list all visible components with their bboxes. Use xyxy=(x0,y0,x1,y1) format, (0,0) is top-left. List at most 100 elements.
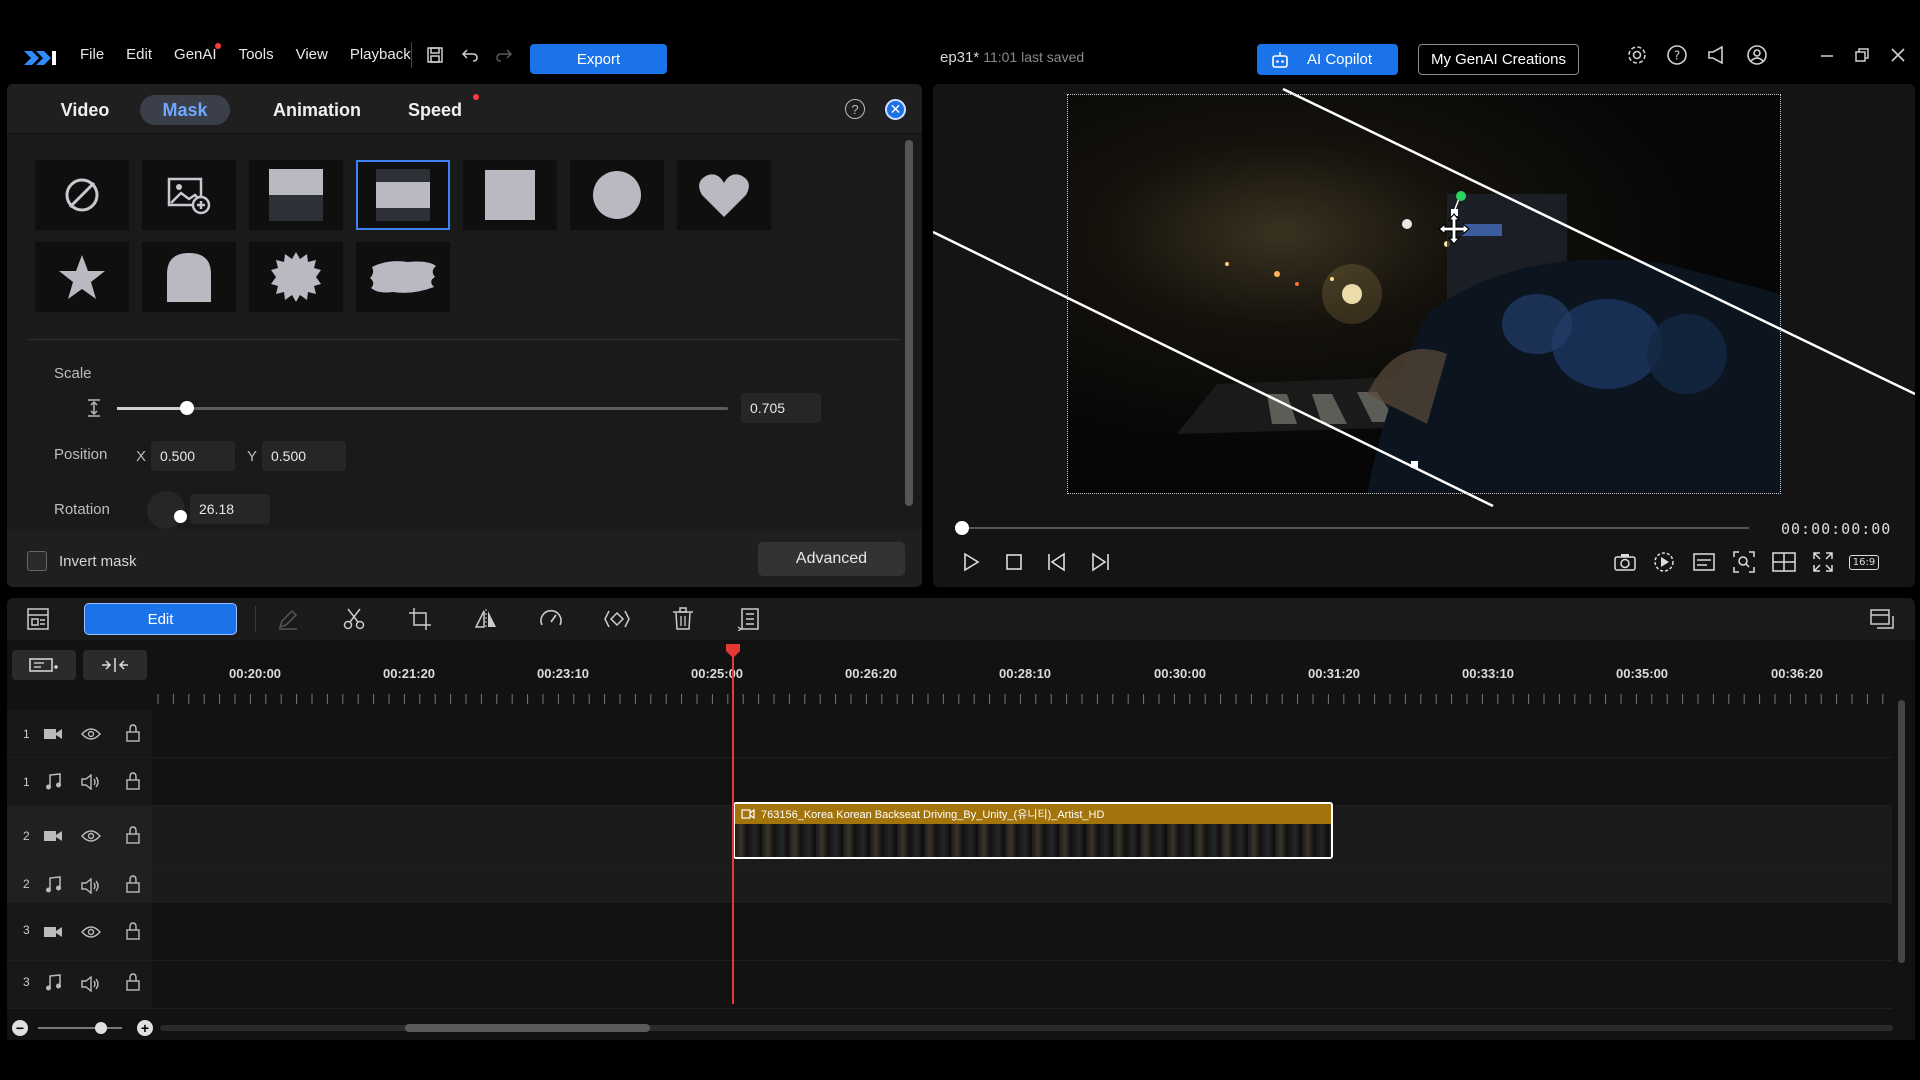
mask-starburst[interactable] xyxy=(249,242,343,312)
mask-none[interactable] xyxy=(35,160,129,230)
library-icon[interactable] xyxy=(1869,606,1895,632)
megaphone-icon[interactable] xyxy=(1706,44,1728,66)
menu-edit[interactable]: Edit xyxy=(126,46,152,63)
clip-video-icon xyxy=(741,809,755,819)
flip-icon[interactable] xyxy=(473,606,499,632)
zoom-in-icon[interactable]: + xyxy=(137,1020,153,1036)
rotation-input[interactable]: 26.18 xyxy=(190,494,270,524)
scale-slider-track[interactable] xyxy=(117,407,728,410)
keyframe-icon[interactable] xyxy=(604,606,630,632)
mask-arch[interactable] xyxy=(142,242,236,312)
edit-button[interactable]: Edit xyxy=(84,603,237,635)
video-track-icon xyxy=(43,923,63,941)
position-y-input[interactable]: 0.500 xyxy=(262,441,346,471)
aspect-ratio-icon[interactable]: 16:9 xyxy=(1846,550,1882,574)
restore-icon[interactable] xyxy=(1851,44,1873,66)
lock-icon[interactable] xyxy=(123,826,143,844)
minimize-icon[interactable] xyxy=(1816,44,1838,66)
menu-tools[interactable]: Tools xyxy=(239,46,274,63)
timeline-zoom-thumb[interactable] xyxy=(95,1022,107,1034)
undo-icon[interactable] xyxy=(459,44,481,66)
menu-genai[interactable]: GenAI xyxy=(174,43,221,63)
speaker-icon[interactable] xyxy=(81,975,101,993)
tab-video[interactable]: Video xyxy=(45,95,125,125)
fullscreen-icon[interactable] xyxy=(1811,550,1835,574)
mask-heart[interactable] xyxy=(677,160,771,230)
zoom-fit-icon[interactable] xyxy=(1732,550,1756,574)
account-icon[interactable] xyxy=(1746,44,1768,66)
playhead-handle[interactable] xyxy=(725,643,741,659)
panel-scrollbar[interactable] xyxy=(905,140,913,506)
advanced-button[interactable]: Advanced xyxy=(758,542,905,576)
playhead-line[interactable] xyxy=(732,644,734,1004)
rotation-knob-handle[interactable] xyxy=(174,510,187,523)
fit-timeline-button[interactable] xyxy=(83,650,147,680)
zoom-out-icon[interactable]: − xyxy=(12,1020,28,1036)
close-window-icon[interactable] xyxy=(1887,44,1909,66)
tab-speed[interactable]: Speed xyxy=(405,94,479,125)
lock-icon[interactable] xyxy=(123,922,143,940)
mask-rectangle[interactable] xyxy=(463,160,557,230)
time-ruler[interactable] xyxy=(157,688,1887,704)
scale-input[interactable]: 0.705 xyxy=(741,393,821,423)
clip-name: 763156_Korea Korean Backseat Driving_By_… xyxy=(761,809,1105,821)
trash-icon[interactable] xyxy=(670,606,696,632)
timeline-zoom-track[interactable] xyxy=(38,1027,122,1029)
speed-icon[interactable] xyxy=(538,606,564,632)
panel-help-icon[interactable]: ? xyxy=(845,99,865,119)
help-icon[interactable]: ? xyxy=(1666,44,1688,66)
add-track-button[interactable] xyxy=(12,650,76,680)
redo-icon[interactable] xyxy=(493,44,515,66)
eye-icon[interactable] xyxy=(81,725,101,743)
grid-layout-icon[interactable] xyxy=(1772,550,1796,574)
lock-icon[interactable] xyxy=(123,724,143,742)
render-preview-icon[interactable] xyxy=(1652,550,1676,574)
eye-icon[interactable] xyxy=(81,827,101,845)
export-button[interactable]: Export xyxy=(530,44,667,74)
preview-scrubber-track[interactable] xyxy=(961,527,1749,529)
scissors-icon[interactable] xyxy=(341,606,367,632)
gear-icon[interactable] xyxy=(1626,44,1648,66)
scale-slider-thumb[interactable] xyxy=(180,401,194,415)
subtitle-icon[interactable] xyxy=(1692,550,1716,574)
menu-playback[interactable]: Playback xyxy=(350,46,411,63)
panel-close-icon[interactable]: ✕ xyxy=(885,99,906,120)
menu-view[interactable]: View xyxy=(296,46,328,63)
my-genai-creations-button[interactable]: My GenAI Creations xyxy=(1418,44,1579,75)
previous-frame-icon[interactable] xyxy=(1045,550,1069,574)
track-header: 2 xyxy=(7,806,152,866)
ai-copilot-button[interactable]: AI Copilot xyxy=(1257,44,1398,75)
menu-file[interactable]: File xyxy=(80,46,104,63)
play-icon[interactable] xyxy=(959,550,983,574)
mask-star[interactable] xyxy=(35,242,129,312)
mask-brush[interactable] xyxy=(356,242,450,312)
eye-icon[interactable] xyxy=(81,923,101,941)
crop-icon[interactable] xyxy=(407,606,433,632)
lock-icon[interactable] xyxy=(123,973,143,991)
ruler-label: 00:21:20 xyxy=(383,666,436,681)
speaker-icon[interactable] xyxy=(81,773,101,791)
save-icon[interactable] xyxy=(424,44,446,66)
video-clip[interactable]: 763156_Korea Korean Backseat Driving_By_… xyxy=(733,802,1333,859)
speaker-icon[interactable] xyxy=(81,877,101,895)
pen-icon[interactable] xyxy=(275,606,301,632)
mask-circle[interactable] xyxy=(570,160,664,230)
position-x-input[interactable]: 0.500 xyxy=(151,441,235,471)
snapshot-icon[interactable] xyxy=(1613,550,1637,574)
invert-mask-checkbox[interactable] xyxy=(27,551,47,571)
timeline-vertical-scrollbar[interactable] xyxy=(1898,700,1905,963)
stop-icon[interactable] xyxy=(1002,550,1026,574)
next-frame-icon[interactable] xyxy=(1088,550,1112,574)
tools-menu-icon[interactable] xyxy=(736,606,762,632)
mask-image[interactable] xyxy=(142,160,236,230)
mask-linear-top[interactable] xyxy=(249,160,343,230)
lock-icon[interactable] xyxy=(123,875,143,893)
lock-icon[interactable] xyxy=(123,772,143,790)
preview-scrubber-thumb[interactable] xyxy=(955,521,969,535)
timeline-view-icon[interactable] xyxy=(25,606,51,632)
mask-linear-band[interactable] xyxy=(356,160,450,230)
tab-animation[interactable]: Animation xyxy=(262,95,372,125)
timeline-scroll-thumb[interactable] xyxy=(405,1024,650,1032)
rotation-label: Rotation xyxy=(54,501,110,518)
tab-mask[interactable]: Mask xyxy=(140,95,230,125)
